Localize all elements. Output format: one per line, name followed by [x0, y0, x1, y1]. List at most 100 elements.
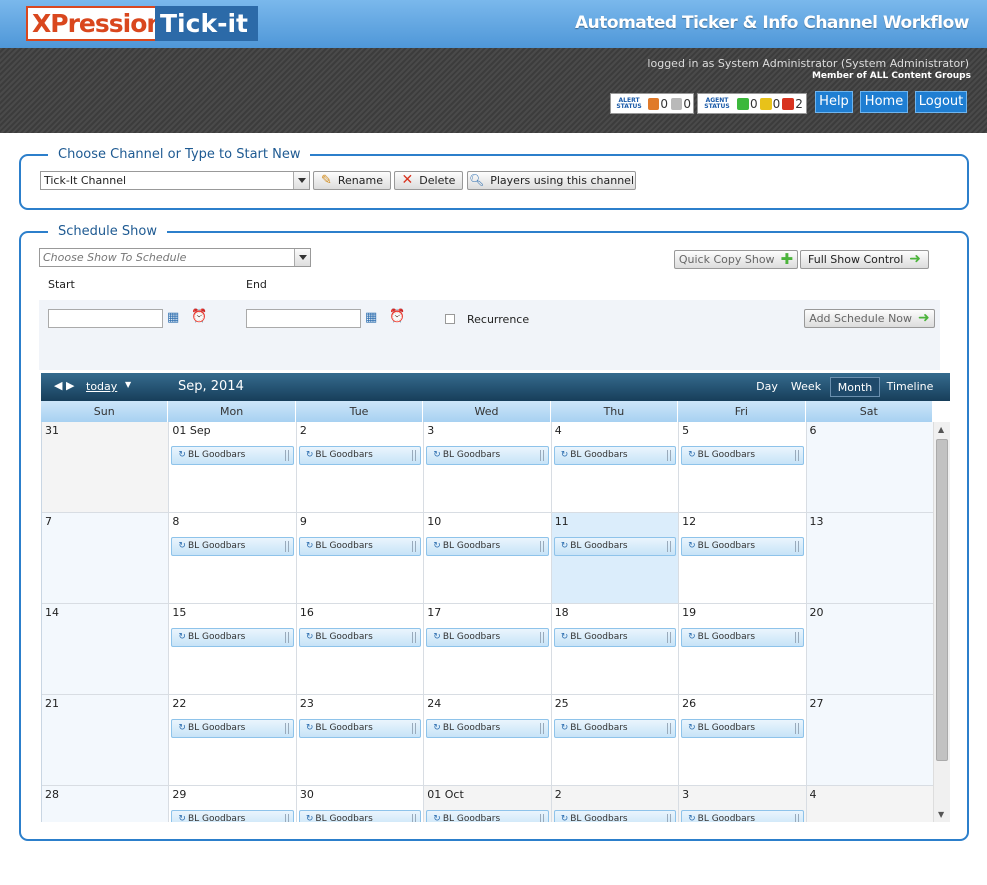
calendar-icon[interactable]: ▦ [365, 310, 377, 325]
event-bl-goodbars[interactable]: ↻ BL Goodbars [171, 537, 294, 556]
day-cell[interactable]: 30 ↻ BL Goodbars [296, 786, 425, 822]
view-timeline[interactable]: Timeline [886, 377, 934, 397]
event-bl-goodbars[interactable]: ↻ BL Goodbars [298, 446, 422, 465]
day-cell[interactable]: 21 [42, 695, 170, 786]
event-bl-goodbars[interactable]: ↻ BL Goodbars [171, 810, 294, 822]
calendar-icon[interactable]: ▦ [167, 310, 179, 325]
scroll-up-icon[interactable]: ▲ [938, 425, 944, 434]
event-bl-goodbars[interactable]: ↻ BL Goodbars [553, 446, 677, 465]
day-cell[interactable]: 19 ↻ BL Goodbars [679, 604, 807, 695]
home-button[interactable]: Home [860, 91, 908, 113]
event-bl-goodbars[interactable]: ↻ BL Goodbars [426, 628, 549, 647]
end-date-input[interactable] [246, 309, 361, 328]
event-bl-goodbars[interactable]: ↻ BL Goodbars [298, 719, 422, 738]
event-bl-goodbars[interactable]: ↻ BL Goodbars [171, 446, 294, 465]
next-icon[interactable]: ▶ [66, 379, 74, 392]
day-cell[interactable]: 6 [806, 422, 933, 513]
day-cell[interactable]: 28 [42, 786, 170, 822]
event-bl-goodbars[interactable]: ↻ BL Goodbars [553, 719, 677, 738]
day-number: 30 [299, 788, 314, 801]
event-bl-goodbars[interactable]: ↻ BL Goodbars [553, 810, 677, 822]
day-cell[interactable]: 10 ↻ BL Goodbars [424, 513, 552, 604]
day-cell[interactable]: 23 ↻ BL Goodbars [296, 695, 425, 786]
event-bl-goodbars[interactable]: ↻ BL Goodbars [681, 537, 804, 556]
day-cell[interactable]: 01 Sep ↻ BL Goodbars [169, 422, 297, 513]
caret-down-icon[interactable]: ▼ [125, 380, 131, 389]
recurring-icon: ↻ [688, 632, 696, 642]
day-cell[interactable]: 9 ↻ BL Goodbars [296, 513, 425, 604]
day-cell[interactable]: 2 ↻ BL Goodbars [551, 786, 680, 822]
day-cell[interactable]: 16 ↻ BL Goodbars [296, 604, 425, 695]
event-bl-goodbars[interactable]: ↻ BL Goodbars [553, 628, 677, 647]
scrollbar-thumb[interactable] [936, 439, 948, 761]
day-cell[interactable]: 20 [806, 604, 933, 695]
logout-button[interactable]: Logout [915, 91, 967, 113]
event-bl-goodbars[interactable]: ↻ BL Goodbars [298, 628, 422, 647]
view-day[interactable]: Day [753, 377, 781, 397]
alert-status[interactable]: ALERT STATUS 0 0 [610, 93, 694, 114]
day-cell-today[interactable]: 11 ↻ BL Goodbars [551, 513, 680, 604]
day-cell[interactable]: 01 Oct ↻ BL Goodbars [424, 786, 552, 822]
day-cell[interactable]: 5 ↻ BL Goodbars [679, 422, 807, 513]
quick-copy-button[interactable]: Quick Copy Show ✚ [674, 250, 798, 269]
day-cell[interactable]: 24 ↻ BL Goodbars [424, 695, 552, 786]
scroll-down-icon[interactable]: ▼ [938, 810, 944, 819]
event-bl-goodbars[interactable]: ↻ BL Goodbars [681, 446, 804, 465]
event-bl-goodbars[interactable]: ↻ BL Goodbars [298, 810, 422, 822]
today-link[interactable]: today [86, 380, 117, 393]
day-cell[interactable]: 15 ↻ BL Goodbars [169, 604, 297, 695]
day-cell[interactable]: 4 [806, 786, 933, 822]
day-cell[interactable]: 12 ↻ BL Goodbars [679, 513, 807, 604]
event-bl-goodbars[interactable]: ↻ BL Goodbars [553, 537, 677, 556]
clock-icon[interactable]: ⏰ [191, 309, 207, 324]
event-bl-goodbars[interactable]: ↻ BL Goodbars [426, 537, 549, 556]
day-cell[interactable]: 27 [806, 695, 933, 786]
day-cell[interactable]: 7 [42, 513, 170, 604]
day-cell[interactable]: 18 ↻ BL Goodbars [551, 604, 680, 695]
calendar-scrollbar[interactable]: ▲ ▼ [933, 422, 950, 822]
view-week[interactable]: Week [788, 377, 824, 397]
rename-button[interactable]: ✎ Rename [313, 171, 391, 190]
event-bl-goodbars[interactable]: ↻ BL Goodbars [171, 719, 294, 738]
full-show-control-button[interactable]: Full Show Control ➜ [800, 250, 929, 269]
players-button[interactable]: 🔍︎ Players using this channel [467, 171, 636, 190]
view-month[interactable]: Month [830, 377, 880, 397]
chevron-down-icon[interactable] [294, 249, 310, 266]
day-cell[interactable]: 3 ↻ BL Goodbars [424, 422, 552, 513]
day-cell[interactable]: 17 ↻ BL Goodbars [424, 604, 552, 695]
prev-next-arrows[interactable]: ◀ ▶ [54, 379, 74, 392]
event-bl-goodbars[interactable]: ↻ BL Goodbars [171, 628, 294, 647]
day-cell[interactable]: 3 ↻ BL Goodbars [679, 786, 807, 822]
show-combo[interactable]: Choose Show To Schedule [39, 248, 311, 267]
day-cell[interactable]: 25 ↻ BL Goodbars [551, 695, 680, 786]
recurrence-checkbox[interactable] [445, 314, 455, 324]
rename-button-label: Rename [337, 174, 384, 187]
event-bl-goodbars[interactable]: ↻ BL Goodbars [681, 719, 804, 738]
day-cell[interactable]: 29 ↻ BL Goodbars [169, 786, 297, 822]
event-bl-goodbars[interactable]: ↻ BL Goodbars [426, 810, 549, 822]
day-cell[interactable]: 31 [42, 422, 170, 513]
prev-icon[interactable]: ◀ [54, 379, 62, 392]
help-button[interactable]: Help [815, 91, 853, 113]
event-bl-goodbars[interactable]: ↻ BL Goodbars [681, 810, 804, 822]
event-label: BL Goodbars [570, 814, 628, 822]
day-cell[interactable]: 26 ↻ BL Goodbars [679, 695, 807, 786]
chevron-down-icon[interactable] [293, 172, 309, 189]
event-bl-goodbars[interactable]: ↻ BL Goodbars [426, 719, 549, 738]
clock-icon[interactable]: ⏰ [389, 309, 405, 324]
day-cell[interactable]: 22 ↻ BL Goodbars [169, 695, 297, 786]
day-cell[interactable]: 14 [42, 604, 170, 695]
channel-combo[interactable]: Tick-It Channel [40, 171, 310, 190]
agent-status[interactable]: AGENT STATUS 0 0 2 [697, 93, 807, 114]
event-bl-goodbars[interactable]: ↻ BL Goodbars [426, 446, 549, 465]
event-bl-goodbars[interactable]: ↻ BL Goodbars [681, 628, 804, 647]
day-cell[interactable]: 13 [806, 513, 933, 604]
day-cell[interactable]: 4 ↻ BL Goodbars [551, 422, 680, 513]
day-cell[interactable]: 2 ↻ BL Goodbars [296, 422, 425, 513]
magnifier-icon: 🔍︎ [469, 173, 485, 187]
event-bl-goodbars[interactable]: ↻ BL Goodbars [298, 537, 422, 556]
delete-button[interactable]: ✕ Delete [394, 171, 463, 190]
start-date-input[interactable] [48, 309, 163, 328]
day-cell[interactable]: 8 ↻ BL Goodbars [169, 513, 297, 604]
add-schedule-button[interactable]: Add Schedule Now ➜ [804, 309, 935, 328]
